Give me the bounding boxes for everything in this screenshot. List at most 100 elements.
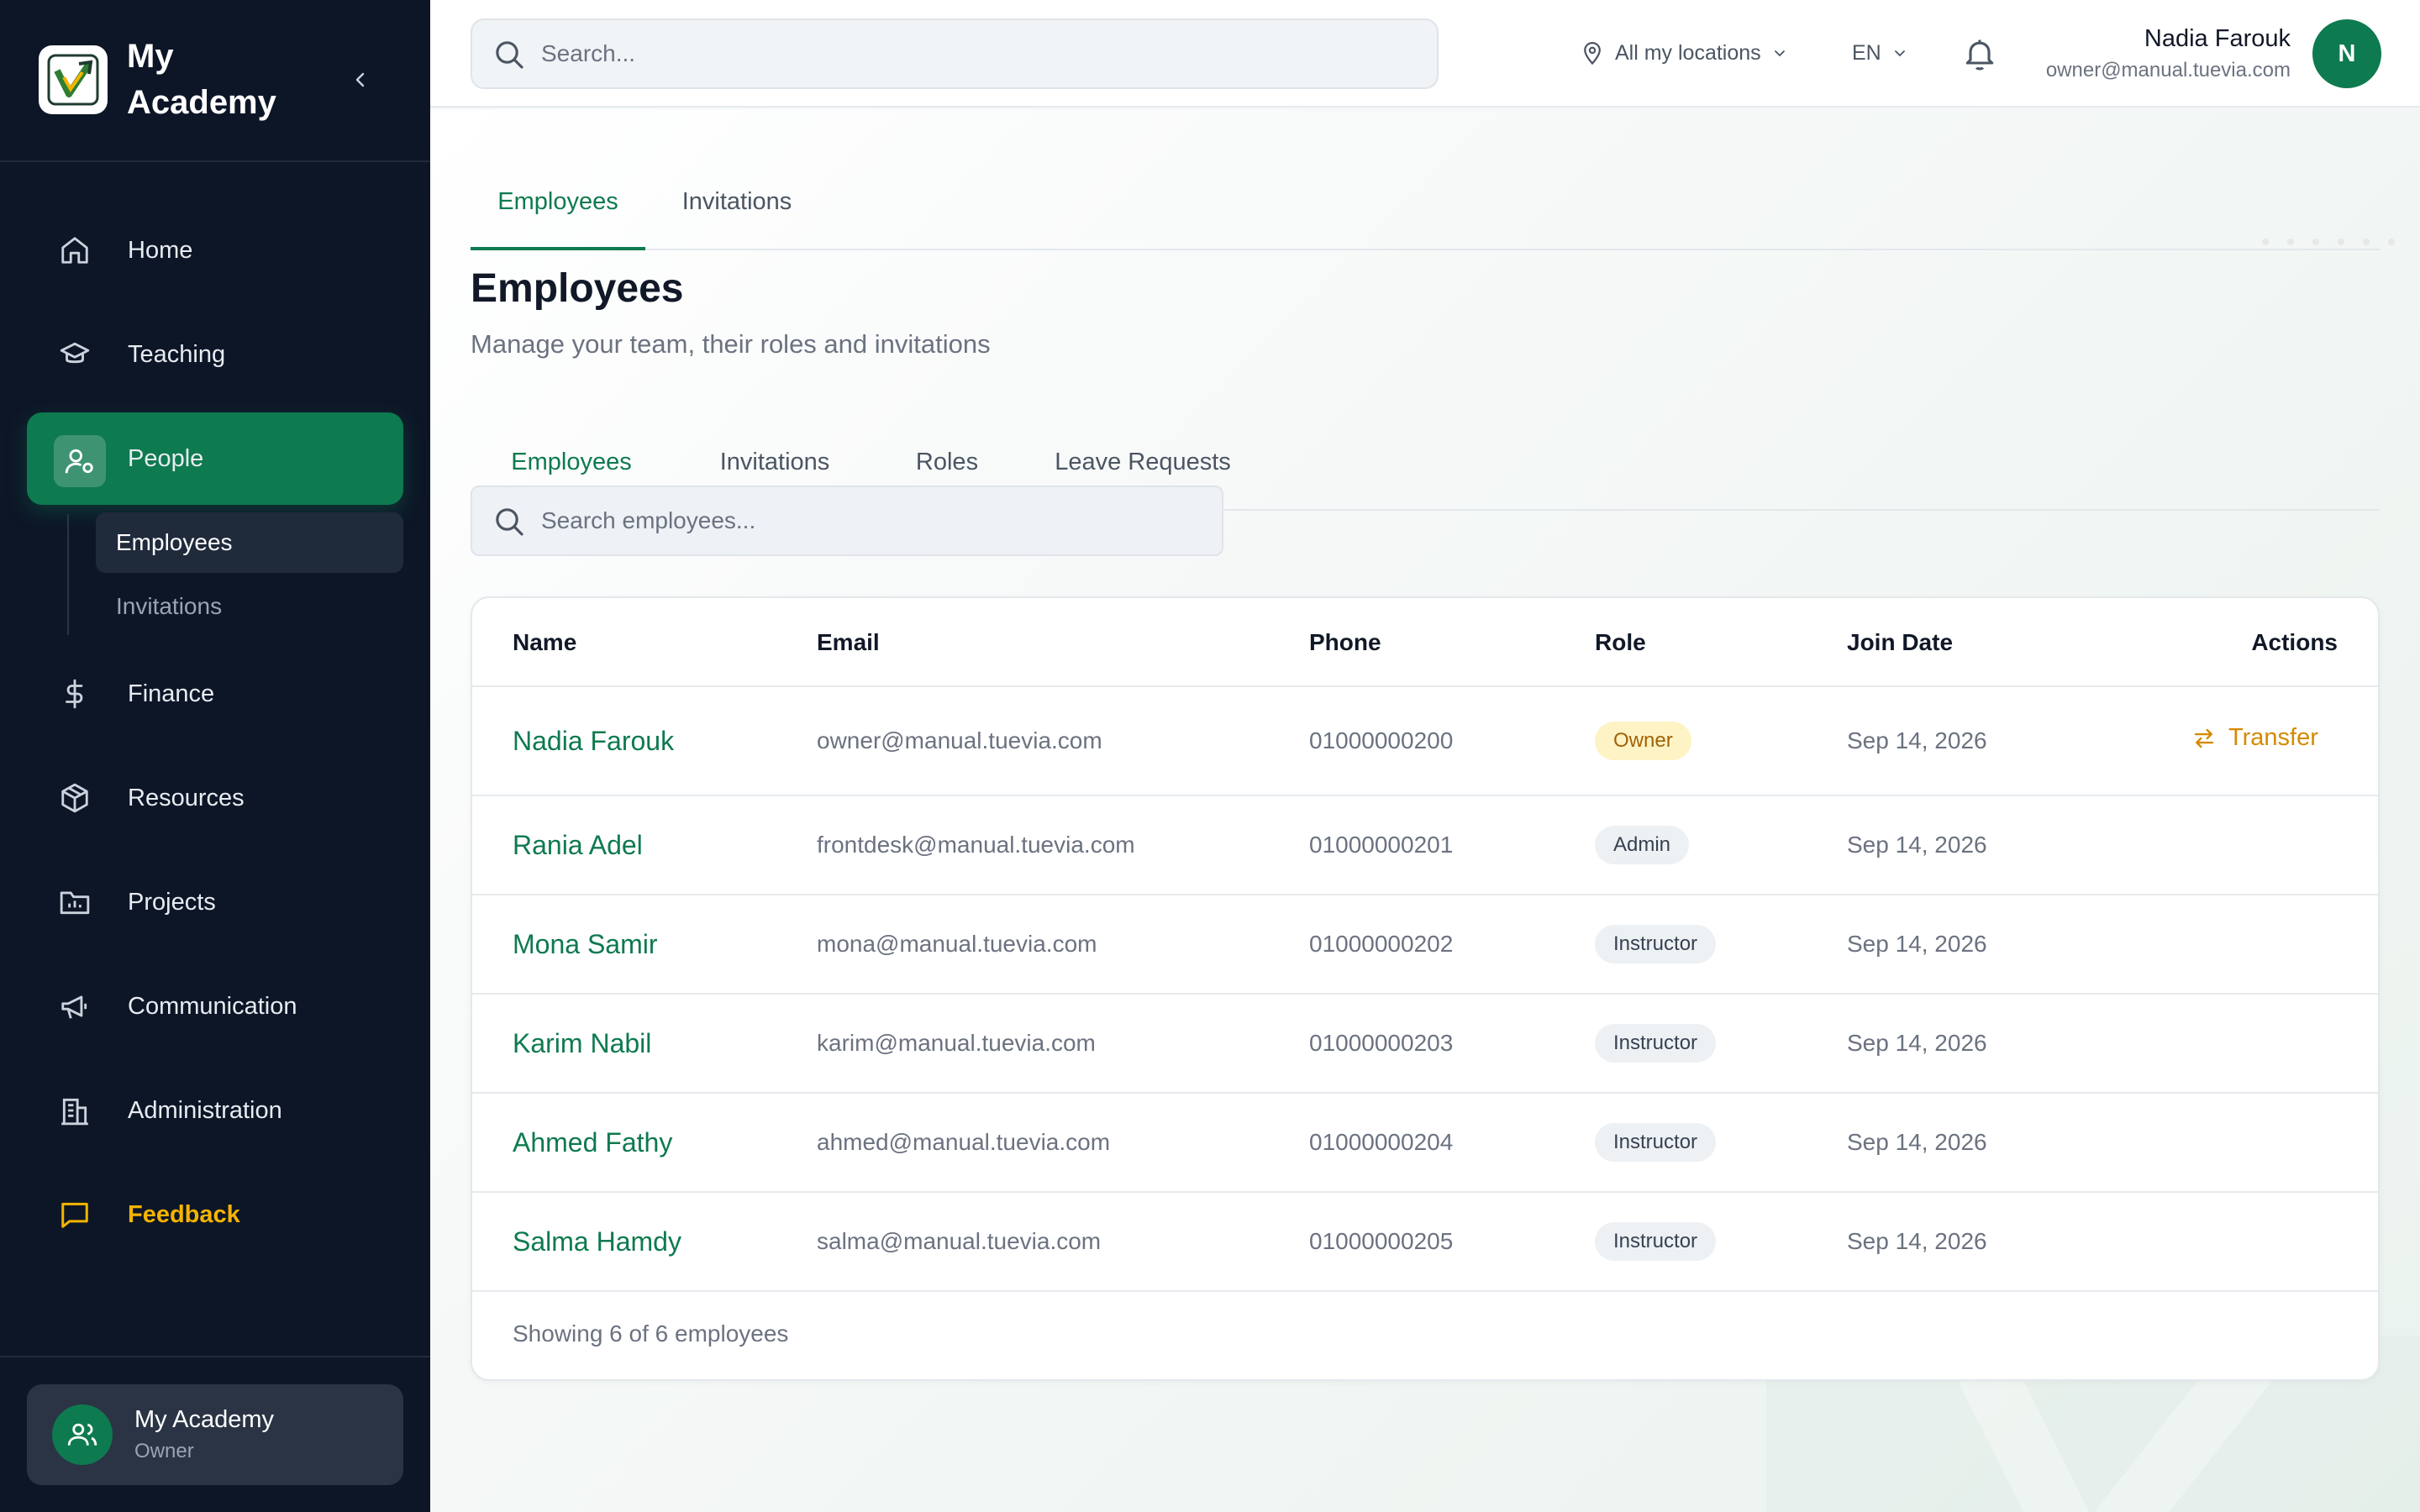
avatar[interactable]: N [2312, 19, 2381, 88]
user-cog-icon [65, 449, 93, 474]
employee-name-link[interactable]: Salma Hamdy [513, 1193, 681, 1290]
sidebar-item-home[interactable]: Home [27, 204, 403, 297]
sidebar-item-administration[interactable]: Administration [27, 1064, 403, 1157]
table-row[interactable]: Nadia Farouk owner@manual.tuevia.com 010… [472, 687, 2378, 796]
brand: My Academy [0, 0, 430, 162]
sidebar-item-teaching[interactable]: Teaching [27, 308, 403, 401]
chevron-left-icon [355, 72, 365, 87]
sidebar-subitem-employees[interactable]: Employees [96, 512, 403, 573]
column-header-phone[interactable]: Phone [1309, 598, 1381, 687]
sidebar-subitem-invitations[interactable]: Invitations [96, 576, 403, 637]
role-badge: Instructor [1595, 925, 1717, 963]
building-icon [61, 1098, 88, 1126]
home-icon [61, 237, 88, 264]
brand-title: My Academy [127, 38, 276, 121]
search-icon [496, 41, 523, 69]
sidebar-item-label: Resources [128, 785, 245, 811]
graduation-cap-icon [60, 342, 90, 364]
topbar: Search... All my locations EN Nadia Faro… [430, 0, 2420, 108]
sidebar-item-communication[interactable]: Communication [27, 960, 403, 1053]
global-search-input[interactable]: Search... [471, 18, 1439, 89]
location-selector[interactable]: All my locations [1580, 32, 1790, 74]
page-title: Employees [471, 266, 684, 311]
user-email: owner@manual.tuevia.com [2045, 59, 2291, 81]
employee-name-link[interactable]: Karim Nabil [513, 995, 651, 1092]
academy-logo-icon[interactable] [39, 45, 108, 114]
sidebar-item-feedback[interactable]: Feedback [27, 1168, 403, 1261]
table-header: Name Email Phone Role Join Date Actions [472, 598, 2378, 687]
column-header-email[interactable]: Email [817, 598, 880, 687]
location-label: All my locations [1615, 40, 1761, 65]
employee-email: mona@manual.tuevia.com [817, 931, 1097, 957]
employees-table: Name Email Phone Role Join Date Actions … [471, 596, 2380, 1381]
role-badge: Instructor [1595, 1123, 1717, 1162]
search-placeholder: Search employees... [541, 507, 756, 533]
table-row[interactable]: Salma Hamdy salma@manual.tuevia.com 0100… [472, 1193, 2378, 1292]
sidebar-item-label: Administration [128, 1097, 282, 1124]
page-subtitle: Manage your team, their roles and invita… [471, 329, 991, 359]
org-switcher[interactable]: My Academy Owner [27, 1384, 403, 1485]
table-row[interactable]: Karim Nabil karim@manual.tuevia.com 0100… [472, 995, 2378, 1094]
employee-join-date: Sep 14, 2026 [1847, 1030, 1987, 1056]
transfer-button[interactable]: Transfer [2191, 724, 2318, 752]
collapse-sidebar-button[interactable] [345, 62, 376, 97]
sidebar-item-people[interactable]: People [27, 412, 403, 505]
table-row[interactable]: Rania Adel frontdesk@manual.tuevia.com 0… [472, 796, 2378, 895]
column-header-join-date[interactable]: Join Date [1847, 598, 1953, 687]
column-header-role[interactable]: Role [1595, 598, 1646, 687]
employee-name-link[interactable]: Ahmed Fathy [513, 1094, 672, 1191]
role-badge: Instructor [1595, 1024, 1717, 1063]
employee-email: frontdesk@manual.tuevia.com [817, 832, 1135, 858]
employee-phone: 01000000203 [1309, 1030, 1454, 1056]
main-content: Employees Invitations Employees Manage y… [430, 109, 2420, 1512]
table-footer-count: Showing 6 of 6 employees [513, 1320, 789, 1347]
megaphone-icon [61, 995, 87, 1019]
employee-email: owner@manual.tuevia.com [817, 727, 1102, 753]
employee-name-link[interactable]: Mona Samir [513, 895, 658, 993]
tab-employees[interactable]: Employees [471, 160, 645, 250]
chevron-down-icon [1774, 50, 1785, 57]
bell-icon[interactable] [1961, 35, 1998, 72]
tab-invitations[interactable]: Invitations [645, 160, 829, 250]
package-icon [61, 783, 88, 813]
transfer-label: Transfer [2228, 724, 2318, 751]
sidebar-item-projects[interactable]: Projects [27, 856, 403, 948]
employee-join-date: Sep 14, 2026 [1847, 727, 1987, 753]
employee-join-date: Sep 14, 2026 [1847, 931, 1987, 957]
users-icon [52, 1404, 113, 1465]
sidebar-item-finance[interactable]: Finance [27, 648, 403, 740]
search-placeholder: Search... [541, 40, 636, 66]
sidebar-item-label: Teaching [128, 341, 226, 368]
transfer-arrows-icon [2194, 728, 2214, 748]
column-header-name[interactable]: Name [513, 598, 576, 687]
employee-join-date: Sep 14, 2026 [1847, 1228, 1987, 1254]
map-pin-icon [1584, 41, 1601, 66]
language-selector[interactable]: EN [1852, 32, 1910, 74]
employee-phone: 01000000205 [1309, 1228, 1454, 1254]
message-square-icon [61, 1202, 88, 1228]
employee-search-input[interactable]: Search employees... [471, 486, 1223, 556]
column-header-actions: Actions [2251, 629, 2338, 655]
employee-join-date: Sep 14, 2026 [1847, 832, 1987, 858]
page-tabs: Employees Invitations [471, 160, 2380, 250]
employee-email: salma@manual.tuevia.com [817, 1228, 1102, 1254]
sidebar-divider [0, 1356, 430, 1357]
table-row[interactable]: Ahmed Fathy ahmed@manual.tuevia.com 0100… [472, 1094, 2378, 1193]
sidebar-item-label: People [128, 445, 204, 472]
employee-join-date: Sep 14, 2026 [1847, 1129, 1987, 1155]
employee-name-link[interactable]: Rania Adel [513, 796, 643, 894]
dollar-icon [66, 679, 83, 709]
role-badge: Owner [1595, 722, 1691, 760]
employee-email: ahmed@manual.tuevia.com [817, 1129, 1111, 1155]
role-badge: Instructor [1595, 1222, 1717, 1261]
sidebar-item-label: Communication [128, 993, 297, 1020]
table-row[interactable]: Mona Samir mona@manual.tuevia.com 010000… [472, 895, 2378, 995]
chevron-down-icon [1894, 50, 1905, 57]
user-name: Nadia Farouk [2144, 25, 2291, 52]
sidebar-item-label: Finance [128, 680, 215, 707]
sidebar-item-label: Feedback [128, 1201, 240, 1228]
employee-name-link[interactable]: Nadia Farouk [513, 687, 674, 795]
sidebar-item-resources[interactable]: Resources [27, 752, 403, 844]
role-badge: Admin [1595, 826, 1690, 864]
employee-phone: 01000000204 [1309, 1129, 1454, 1155]
